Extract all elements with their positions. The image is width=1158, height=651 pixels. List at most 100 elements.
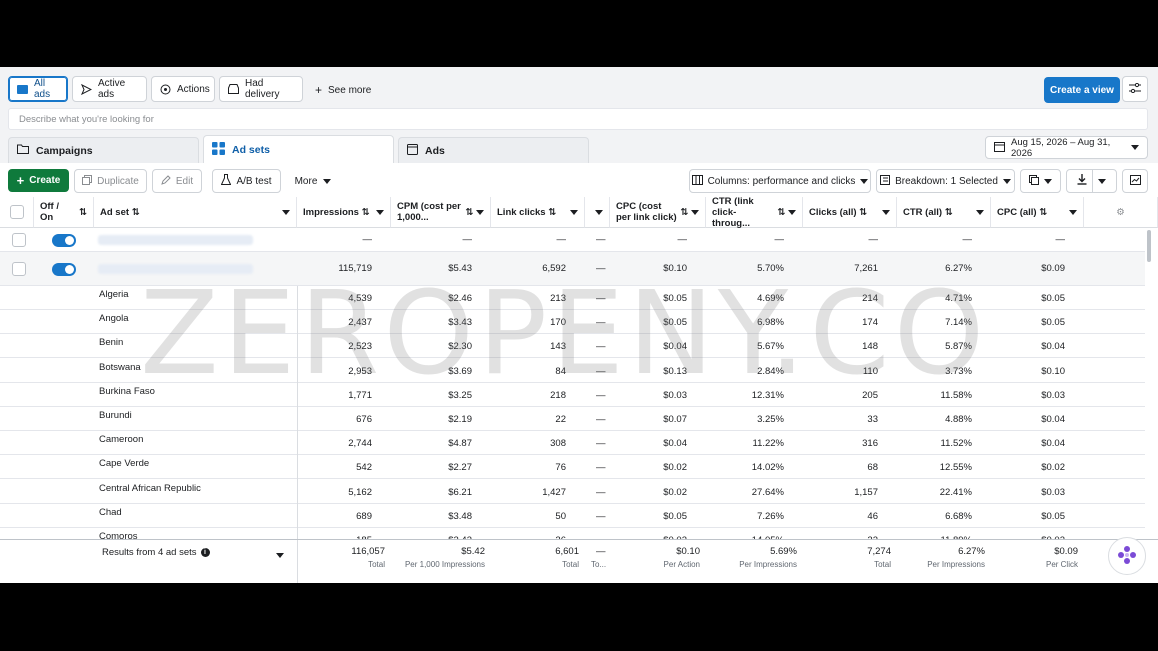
cell-clicks-all: 7,261 (854, 263, 878, 274)
cell-cpm: $6.21 (448, 486, 472, 498)
header-ctr-all[interactable]: CTR (all) ⇅ (897, 197, 991, 228)
chevron-down-icon[interactable] (882, 209, 890, 215)
header-unnamed[interactable] (585, 197, 610, 228)
ab-test-button[interactable]: A/B test (212, 169, 281, 193)
cell-cpc: $0.07 (663, 414, 687, 425)
header-ctr-link[interactable]: CTR (link click-throug... ⇅ (706, 197, 803, 229)
sort-icon[interactable]: ⇅ (680, 207, 688, 218)
cell-link-clicks: 308 (550, 438, 566, 450)
row-checkbox[interactable] (12, 233, 26, 247)
sort-icon[interactable]: ⇅ (1039, 207, 1047, 218)
chevron-down-icon (1044, 178, 1052, 184)
export-button[interactable] (1066, 169, 1117, 193)
tab-ad-sets[interactable]: Ad sets (203, 135, 394, 163)
sort-icon[interactable]: ⇅ (859, 207, 867, 218)
sort-icon[interactable]: ⇅ (362, 207, 370, 218)
more-button[interactable]: More (289, 169, 337, 193)
table-row[interactable]: — — — — — — — — — (0, 228, 1145, 252)
active-ads-button[interactable]: Active ads (72, 76, 147, 102)
duplicate-label: Duplicate (97, 175, 139, 187)
scrollbar-thumb[interactable] (1147, 230, 1151, 262)
header-impressions[interactable]: Impressions ⇅ (297, 197, 391, 228)
see-more-button[interactable]: + See more (315, 83, 371, 97)
header-clicks-all[interactable]: Clicks (all) ⇅ (803, 197, 897, 228)
header-cpc-all[interactable]: CPC (all) ⇅ (991, 197, 1084, 228)
table-row[interactable]: Chad 689 $3.48 50 — $0.05 7.26% 46 6.68% $0.05 (0, 504, 1145, 528)
date-range-picker[interactable]: Aug 15, 2026 – Aug 31, 2026 (985, 136, 1148, 159)
create-button[interactable]: + Create (8, 169, 69, 192)
chevron-down-icon[interactable] (570, 209, 578, 215)
header-cpc[interactable]: CPC (cost per link click) ⇅ (610, 197, 706, 228)
sort-icon[interactable]: ⇅ (548, 207, 556, 218)
table-row[interactable]: Algeria 4,539 $2.46 213 — $0.05 4.69% 214 4.71% $… (0, 286, 1145, 310)
sort-icon[interactable]: ⇅ (777, 207, 785, 218)
cell-impressions: 2,437 (348, 317, 372, 329)
total-cpc-all-value: $0.09 (1054, 546, 1078, 557)
search-input[interactable]: Describe what you're looking for (8, 108, 1148, 130)
header-ad-set[interactable]: Ad set ⇅ (94, 197, 297, 228)
sort-icon[interactable]: ⇅ (945, 207, 953, 218)
chevron-down-icon[interactable] (788, 209, 796, 215)
table-row[interactable]: Cameroon 2,744 $4.87 308 — $0.04 11.22% 316 11.5… (0, 431, 1145, 456)
tab-campaigns[interactable]: Campaigns (8, 137, 199, 163)
columns-button[interactable]: Columns: performance and clicks (689, 169, 871, 193)
chevron-down-icon[interactable] (376, 209, 384, 215)
breakdown-button[interactable]: Breakdown: 1 Selected (876, 169, 1015, 193)
cell-clicks-all: 174 (862, 317, 878, 329)
chevron-down-icon[interactable] (595, 209, 603, 215)
breakdown-label: Breakdown: 1 Selected (895, 175, 998, 187)
chevron-down-icon[interactable] (1069, 209, 1077, 215)
cell-link-clicks: — (556, 234, 567, 245)
vertical-scrollbar[interactable] (1145, 228, 1158, 539)
delivery-toggle[interactable] (52, 234, 76, 247)
table-row[interactable]: Central African Republic 5,162 $6.21 1,427 —… (0, 480, 1145, 504)
table-row[interactable]: Angola 2,437 $3.43 170 — $0.05 6.98% 174 7.14% $0… (0, 310, 1145, 335)
filter-settings-button[interactable] (1122, 76, 1148, 102)
table-row[interactable]: Comoros185$2.4326—$0.0214.05%2211.89%$0.… (0, 528, 1145, 539)
delivery-toggle[interactable] (52, 263, 76, 276)
chevron-down-icon[interactable] (976, 209, 984, 215)
redacted-ad-set-name (98, 235, 253, 245)
gear-icon[interactable]: ⚙ (1116, 207, 1125, 218)
cell-cpc-all: $0.05 (1041, 293, 1065, 304)
cell-ctr-all: 7.14% (945, 317, 972, 329)
charts-button[interactable] (1122, 169, 1148, 193)
table-row[interactable]: Benin 2,523 $2.30 143 — $0.04 5.67% 148 5.87% $0.… (0, 334, 1145, 359)
grid-icon (212, 141, 225, 158)
header-off-on[interactable]: Off / On ⇅ (34, 197, 94, 228)
chevron-down-icon[interactable] (282, 209, 290, 215)
info-icon[interactable]: i (200, 548, 210, 557)
actions-button[interactable]: Actions (151, 76, 215, 102)
sort-icon[interactable]: ⇅ (79, 207, 87, 218)
all-ads-label: All ads (34, 78, 51, 100)
chevron-down-icon[interactable] (691, 209, 699, 215)
row-checkbox[interactable] (12, 262, 26, 276)
sort-icon[interactable]: ⇅ (132, 207, 140, 218)
duplicate-icon (82, 174, 93, 188)
header-add-column[interactable]: ⚙ (1084, 197, 1158, 228)
total-cpc-sub: Per Action (663, 560, 700, 569)
cell-ad-set-name: Angola (99, 313, 129, 325)
sort-icon[interactable]: ⇅ (465, 207, 473, 218)
chevron-down-icon[interactable] (476, 209, 484, 215)
duplicate-button[interactable]: Duplicate (74, 169, 147, 193)
table-row[interactable]: Burundi 676 $2.19 22 — $0.07 3.25% 33 4.88% $0.04 (0, 407, 1145, 431)
create-view-button[interactable]: Create a view (1044, 77, 1120, 103)
total-cpc-value: $0.10 (676, 546, 700, 557)
assistant-button[interactable] (1108, 537, 1146, 575)
had-delivery-button[interactable]: Had delivery (219, 76, 303, 102)
header-link-clicks[interactable]: Link clicks ⇅ (491, 197, 585, 228)
header-cpm[interactable]: CPM (cost per 1,000... ⇅ (391, 197, 491, 228)
edit-button[interactable]: Edit (152, 169, 202, 193)
table-row[interactable]: Botswana 2,953 $3.69 84 — $0.13 2.84% 110 3.73% $… (0, 359, 1145, 383)
total-link-clicks-sub: Total (562, 560, 579, 569)
table-row[interactable]: Burkina Faso 1,771 $3.25 218 — $0.03 12.31% 205… (0, 383, 1145, 407)
table-row[interactable]: Cape Verde 542 $2.27 76 — $0.02 14.02% 68 12.55%… (0, 455, 1145, 480)
chevron-down-icon[interactable] (276, 553, 284, 558)
all-ads-button[interactable]: All ads (8, 76, 68, 102)
chevron-down-icon (323, 178, 332, 184)
table-row[interactable]: 115,719 $5.43 6,592 — $0.10 5.70% 7,261 … (0, 252, 1145, 286)
select-all-checkbox[interactable] (9, 205, 24, 219)
reports-button[interactable] (1020, 169, 1061, 193)
tab-ads[interactable]: Ads (398, 137, 589, 163)
